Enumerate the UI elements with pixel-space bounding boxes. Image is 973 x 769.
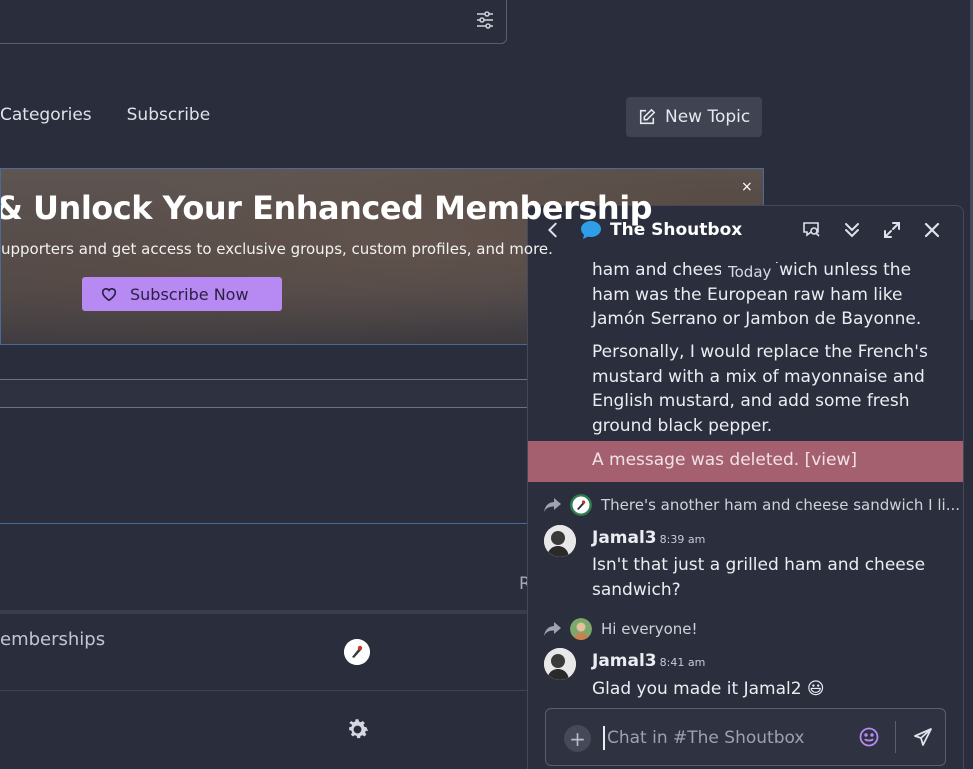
heart-icon (101, 288, 117, 302)
composer-divider (895, 721, 896, 753)
banner-subtitle: upporters and get access to exclusive gr… (1, 240, 553, 258)
author-name: Jamal3 (592, 651, 657, 671)
message-text: Personally, I would replace the French's… (592, 342, 928, 436)
reply-arrow-icon (544, 498, 561, 512)
deleted-message-text: A message was deleted. [view] (592, 450, 857, 470)
reply-preview[interactable]: Hi everyone! (544, 618, 698, 640)
divider (0, 690, 540, 691)
new-topic-label: New Topic (665, 107, 751, 127)
message-text: Glad you made it Jamal2 😃 (592, 679, 825, 699)
category-memberships[interactable]: emberships (0, 629, 105, 650)
new-topic-button[interactable]: New Topic (626, 97, 762, 137)
avatar[interactable] (544, 525, 576, 557)
jump-bottom-icon[interactable] (842, 220, 862, 240)
avatar-image (544, 648, 576, 680)
avatar[interactable] (344, 639, 370, 665)
author-name: Jamal3 (592, 528, 657, 548)
expand-icon[interactable] (882, 220, 902, 240)
day-separator: Today (721, 263, 779, 281)
message-author[interactable]: Jamal3 8:39 am (592, 528, 705, 548)
reply-preview-text: There's another ham and cheese sandwich … (601, 496, 961, 514)
chat-input[interactable] (603, 726, 853, 750)
banner-title: & Unlock Your Enhanced Membership (0, 189, 653, 227)
message-timestamp: 8:39 am (659, 533, 706, 546)
message-author[interactable]: Jamal3 8:41 am (592, 651, 705, 671)
divider (0, 610, 540, 614)
avatar[interactable] (544, 648, 576, 680)
divider (0, 379, 540, 408)
avatar-image (544, 525, 576, 557)
reply-preview[interactable]: There's another ham and cheese sandwich … (544, 494, 960, 516)
plus-icon[interactable]: + (564, 725, 591, 752)
search-bar[interactable] (0, 0, 507, 44)
subscribe-now-label: Subscribe Now (130, 284, 249, 304)
nav-subscribe[interactable]: Subscribe (127, 105, 211, 125)
reply-preview-text: Hi everyone! (601, 620, 698, 638)
subscribe-now-button[interactable]: Subscribe Now (82, 277, 282, 311)
topic-nav: Categories Subscribe (0, 105, 210, 125)
gear-icon[interactable] (344, 716, 371, 743)
search-messages-icon[interactable] (802, 220, 822, 240)
edit-icon (639, 108, 656, 125)
shoutbox-panel: The Shoutbox ham and cheese sandwich unl… (527, 205, 964, 769)
banner-close-button[interactable]: × (741, 179, 753, 195)
avatar (570, 494, 592, 516)
close-icon[interactable] (922, 220, 942, 240)
divider (0, 523, 540, 524)
deleted-message-notice[interactable]: A message was deleted. [view] (528, 441, 963, 482)
emoji-icon[interactable] (858, 726, 880, 748)
message-timestamp: 8:41 am (659, 656, 706, 669)
reply-arrow-icon (544, 622, 561, 636)
message-text: Isn't that just a grilled ham and cheese… (592, 555, 926, 600)
chat-composer: + (545, 708, 946, 766)
filter-icon[interactable] (475, 10, 495, 30)
send-icon[interactable] (913, 727, 933, 747)
avatar (570, 618, 592, 640)
nav-categories[interactable]: Categories (0, 105, 92, 125)
